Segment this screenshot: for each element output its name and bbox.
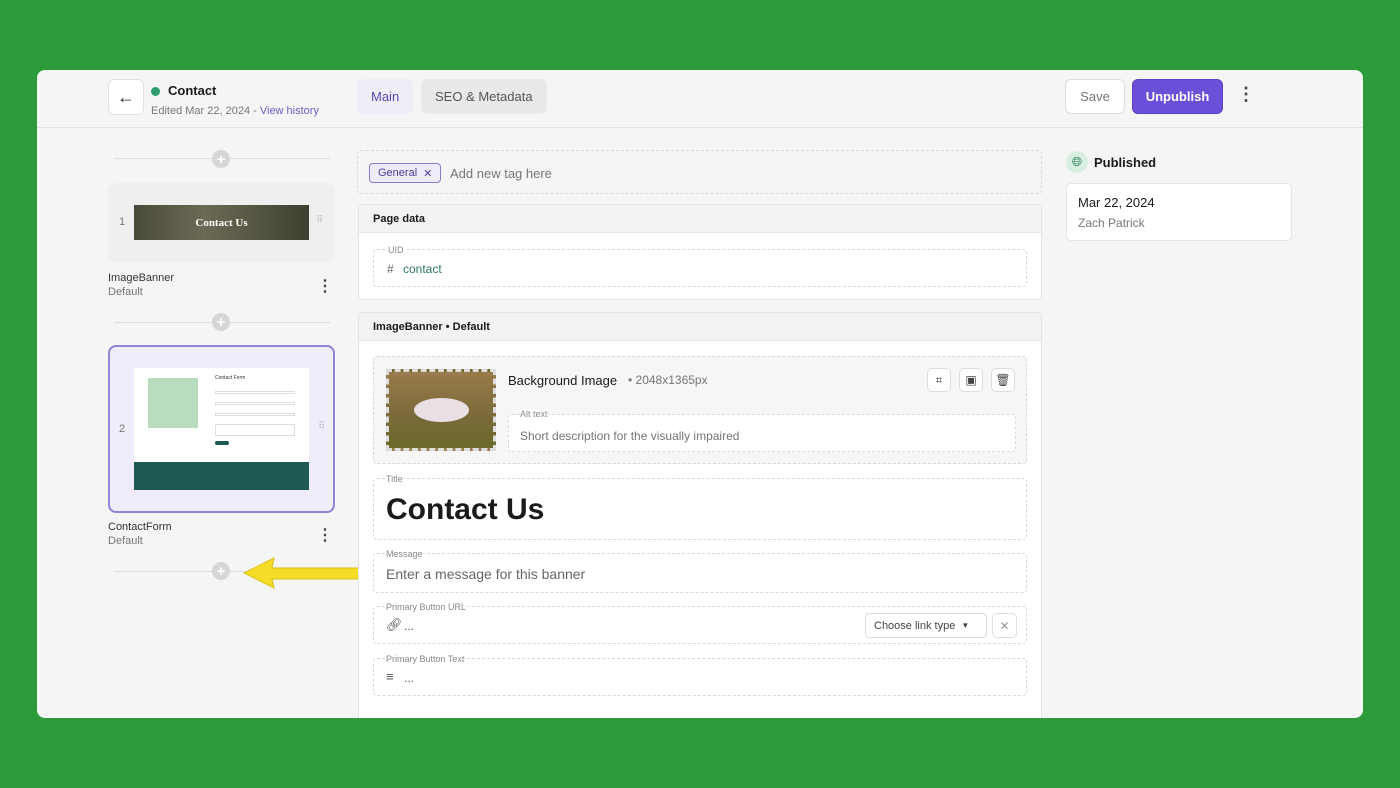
uid-field[interactable]: UID # contact bbox=[373, 245, 1027, 287]
editor-window: ← Contact Edited Mar 22, 2024 - View his… bbox=[37, 70, 1363, 718]
text-lines-icon: ≡ bbox=[386, 669, 394, 684]
tag-input[interactable]: Add new tag here bbox=[450, 166, 552, 181]
status-card: Mar 22, 2024 Zach Patrick bbox=[1066, 183, 1292, 241]
add-slice-icon[interactable]: + bbox=[212, 562, 230, 580]
field-label: Primary Button Text bbox=[386, 654, 465, 664]
message-input[interactable]: Enter a message for this banner bbox=[386, 566, 585, 582]
field-label: Message bbox=[386, 549, 423, 559]
field-label: Primary Button URL bbox=[386, 602, 467, 612]
add-slice-icon[interactable]: + bbox=[212, 313, 230, 331]
text-value: ... bbox=[404, 671, 415, 685]
url-value: ... bbox=[404, 619, 415, 633]
uid-value: contact bbox=[403, 262, 442, 276]
title-value: Contact Us bbox=[386, 493, 545, 526]
add-slice-icon[interactable]: + bbox=[212, 150, 230, 168]
image-banner-panel: ImageBanner • Default Background Image •… bbox=[358, 312, 1042, 718]
field-label: Alt text bbox=[520, 409, 548, 419]
edited-info: Edited Mar 22, 2024 - View history bbox=[151, 105, 319, 117]
link-type-label: Choose link type bbox=[874, 619, 956, 632]
yellow-arrow-annotation bbox=[242, 557, 375, 589]
button-text-field[interactable]: Primary Button Text ≡ ... bbox=[373, 654, 1027, 696]
back-button[interactable]: ← bbox=[108, 79, 144, 115]
slice-thumbnail: Contact Form bbox=[134, 368, 309, 490]
tags-field[interactable]: General ✕ Add new tag here bbox=[357, 150, 1042, 194]
edited-date: Edited Mar 22, 2024 bbox=[151, 105, 251, 117]
image-label: Background Image bbox=[508, 373, 618, 388]
map-thumbnail bbox=[148, 378, 198, 428]
alt-text-input[interactable]: Short description for the visually impai… bbox=[520, 429, 739, 443]
background-image-field: Background Image • 2048x1365px ⌗ ▣ 🗑 Alt… bbox=[373, 356, 1027, 464]
tab-seo-metadata[interactable]: SEO & Metadata bbox=[421, 79, 547, 114]
slice-menu-icon[interactable]: ⋮ bbox=[317, 525, 333, 545]
separator: - bbox=[250, 105, 260, 117]
link-icon: 🔗︎ bbox=[386, 617, 403, 632]
slice-variation: Default bbox=[108, 286, 143, 298]
close-icon[interactable]: ✕ bbox=[423, 167, 432, 180]
slice-menu-icon[interactable]: ⋮ bbox=[317, 276, 333, 296]
panel-heading: ImageBanner • Default bbox=[359, 313, 1041, 341]
tab-main[interactable]: Main bbox=[357, 79, 414, 114]
publish-date: Mar 22, 2024 bbox=[1078, 195, 1155, 210]
arrow-left-icon: ← bbox=[117, 86, 135, 107]
slice-index: 1 bbox=[119, 216, 126, 228]
thumb-text: Contact Form bbox=[215, 375, 246, 381]
title-field[interactable]: Title Contact Us bbox=[373, 474, 1027, 540]
more-menu-icon[interactable]: ⋮ bbox=[1237, 84, 1255, 105]
link-type-select[interactable]: Choose link type ▼ bbox=[865, 613, 987, 638]
image-dimensions: • 2048x1365px bbox=[628, 373, 708, 387]
publish-author: Zach Patrick bbox=[1078, 216, 1145, 230]
globe-icon: 🌐︎ bbox=[1066, 151, 1088, 173]
page-title: Contact bbox=[168, 83, 217, 98]
field-label: UID bbox=[386, 245, 406, 255]
crop-icon[interactable]: ⌗ bbox=[927, 368, 951, 392]
header: ← Contact Edited Mar 22, 2024 - View his… bbox=[37, 70, 1363, 128]
caret-down-icon: ▼ bbox=[961, 621, 970, 630]
trash-icon[interactable]: 🗑 bbox=[991, 368, 1015, 392]
slice-card-1[interactable]: 1 Contact Us ⠿ bbox=[108, 183, 335, 263]
drag-handle-icon[interactable]: ⠿ bbox=[318, 421, 325, 432]
status-dot bbox=[151, 87, 160, 96]
status-label: Published bbox=[1094, 155, 1157, 170]
message-field[interactable]: Message Enter a message for this banner bbox=[373, 549, 1027, 593]
slice-variation: Default bbox=[108, 535, 143, 547]
replace-image-icon[interactable]: ▣ bbox=[959, 368, 983, 392]
button-url-field[interactable]: Primary Button URL 🔗︎ ... Choose link ty… bbox=[373, 602, 1027, 644]
slice-name: ImageBanner bbox=[108, 272, 175, 284]
unpublish-button[interactable]: Unpublish bbox=[1132, 79, 1223, 114]
view-history-link[interactable]: View history bbox=[260, 105, 319, 117]
slice-name: ContactForm bbox=[108, 521, 172, 533]
page-data-panel: Page data UID # contact bbox=[358, 204, 1042, 300]
tag-general: General ✕ bbox=[369, 163, 442, 183]
tag-label: General bbox=[378, 167, 418, 179]
clear-link-icon[interactable]: ✕ bbox=[992, 613, 1017, 638]
slice-index: 2 bbox=[119, 423, 126, 435]
drag-handle-icon[interactable]: ⠿ bbox=[316, 215, 323, 226]
image-thumbnail[interactable] bbox=[386, 369, 496, 451]
field-label: Title bbox=[386, 474, 403, 484]
panel-heading: Page data bbox=[359, 205, 1041, 233]
slice-card-2[interactable]: 2 Contact Form ⠿ bbox=[108, 345, 335, 513]
hash-icon: # bbox=[387, 262, 394, 276]
slice-thumbnail: Contact Us bbox=[134, 205, 309, 240]
alt-text-field[interactable]: Alt text Short description for the visua… bbox=[508, 409, 1016, 452]
save-button[interactable]: Save bbox=[1065, 79, 1125, 114]
thumb-text: Contact Us bbox=[195, 216, 248, 229]
